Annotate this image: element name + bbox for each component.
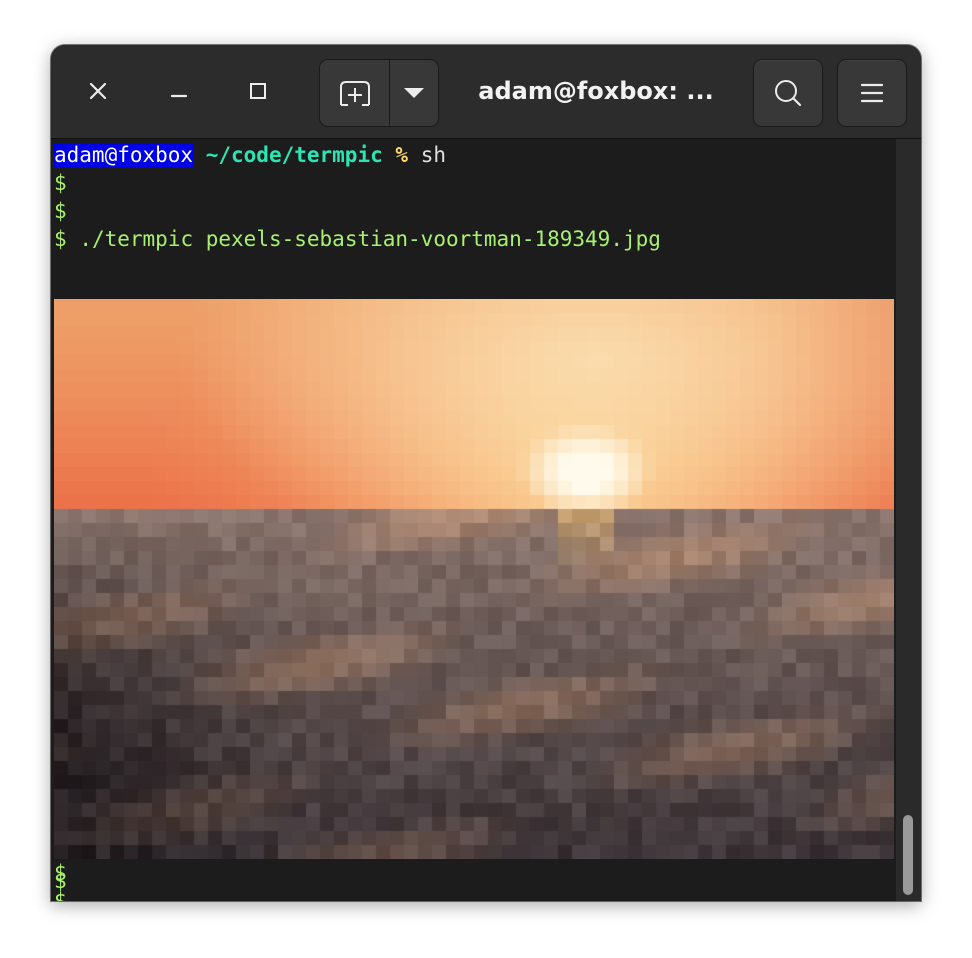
maximize-icon <box>250 83 266 99</box>
pixelated-image <box>54 299 894 859</box>
new-tab-icon <box>339 81 370 106</box>
shell-prompt-6: $ <box>54 869 67 893</box>
run-command: ./termpic pexels-sebastian-voortman-1893… <box>79 227 661 251</box>
shell-prompt-3: $ <box>54 227 67 251</box>
tab-menu-button[interactable] <box>390 60 438 126</box>
new-tab-split-button <box>319 59 439 127</box>
prompt-line: adam@foxbox ~/code/termpic % sh <box>54 141 446 169</box>
minimize-button[interactable] <box>155 67 203 115</box>
scrollbar[interactable] <box>896 139 921 901</box>
close-button[interactable] <box>74 67 122 115</box>
sunset-image <box>54 299 894 859</box>
prompt-command: sh <box>420 143 447 167</box>
scrollbar-thumb[interactable] <box>903 815 913 895</box>
minimize-icon <box>170 94 188 98</box>
terminal-window: adam@foxbox: ... adam@foxbox ~/code/term… <box>51 45 921 901</box>
prompt-user: adam@foxbox <box>54 143 194 167</box>
prompt-path: ~/code/termpic <box>205 143 383 167</box>
search-icon <box>775 80 802 107</box>
chevron-down-icon <box>404 88 424 98</box>
shell-prompt-2: $ <box>54 199 67 223</box>
main-menu-button[interactable] <box>837 59 907 127</box>
titlebar: adam@foxbox: ... <box>51 45 921 139</box>
search-button[interactable] <box>753 59 823 127</box>
close-icon <box>89 82 107 100</box>
maximize-button[interactable] <box>234 67 282 115</box>
prompt-symbol: % <box>395 143 409 167</box>
terminal-content[interactable]: adam@foxbox ~/code/termpic % sh $ $ $ ./… <box>51 139 896 901</box>
shell-prompt-1: $ <box>54 171 67 195</box>
new-tab-button[interactable] <box>320 60 389 126</box>
window-title: adam@foxbox: ... <box>478 77 714 105</box>
hamburger-menu-icon <box>860 83 884 103</box>
command-line: $ ./termpic pexels-sebastian-voortman-18… <box>54 225 661 253</box>
